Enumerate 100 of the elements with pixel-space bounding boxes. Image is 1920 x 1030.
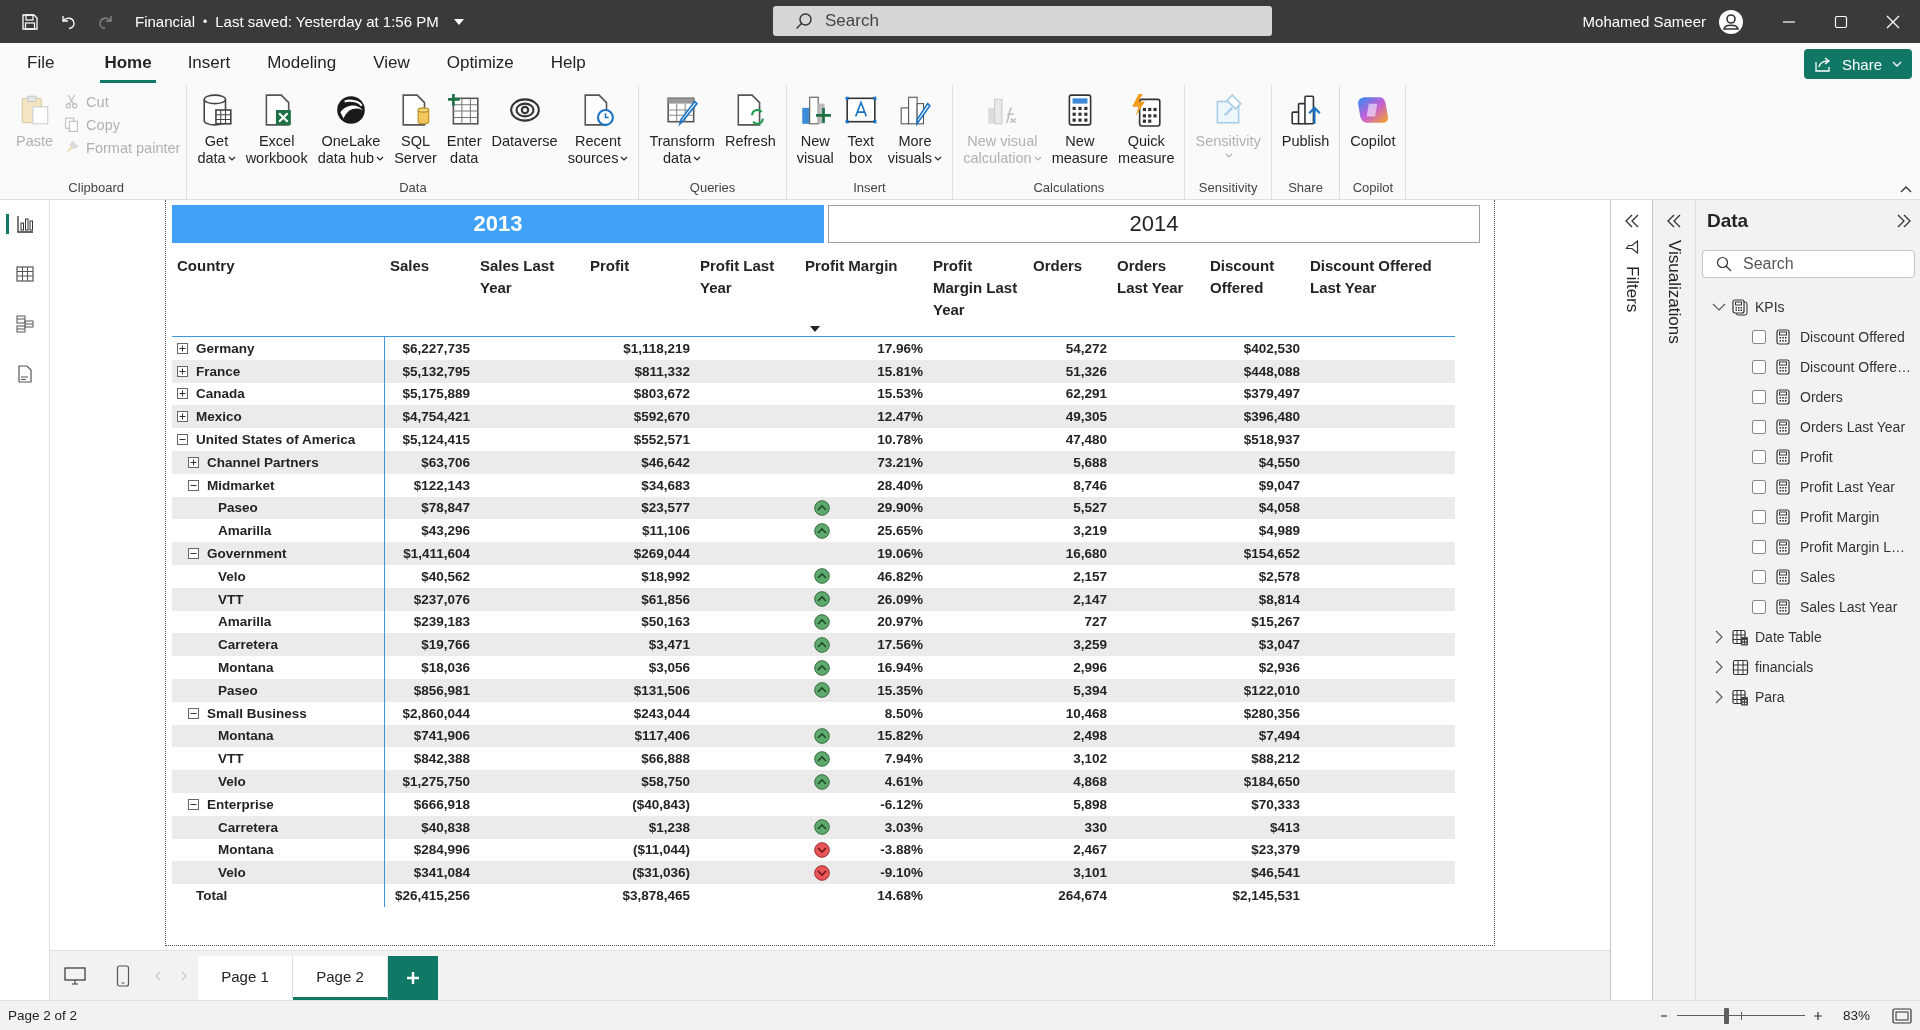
expand-icon[interactable] [177,388,188,400]
row-label: Carretera [218,637,279,653]
checkbox[interactable] [1752,510,1766,524]
ribbon-button[interactable]: Enter data [442,91,486,167]
column-header[interactable]: Profit Last Year [700,255,792,299]
page-tab[interactable]: Page 1 [198,956,293,1000]
checkbox[interactable] [1752,360,1766,374]
ribbon-button[interactable]: Quick measure [1114,91,1179,167]
column-header[interactable]: Discount Offered Last Year [1310,255,1447,299]
checkbox[interactable] [1752,420,1766,434]
slider-thumb[interactable] [1723,1007,1729,1024]
ribbon-button[interactable]: More visuals [883,91,947,167]
table-cell: 19.06% [877,546,923,562]
column-header[interactable]: Profit Margin Last Year [933,255,1020,321]
column-header[interactable]: Country [177,255,377,277]
page-tab[interactable]: Page 2 [293,956,388,1000]
ribbon-button[interactable]: Transform data [645,91,719,167]
column-header[interactable]: Discount Offered [1210,255,1297,299]
field-name[interactable]: Orders [1800,389,1843,405]
menu-tab[interactable]: Help [532,45,604,83]
row-label: VTT [218,751,244,767]
collapse-pane-icon[interactable] [1896,214,1912,228]
table-name[interactable]: Para [1755,689,1785,705]
ribbon-button[interactable]: SQL Server [390,91,441,167]
ribbon-button[interactable]: Recent sources [563,91,633,167]
fit-to-page-icon[interactable] [1892,1007,1912,1024]
field-name[interactable]: Profit Last Year [1800,479,1895,495]
checkbox[interactable] [1752,600,1766,614]
table-cell: 3.03% [884,819,923,835]
search-field[interactable]: Search [773,6,1272,36]
checkbox[interactable] [1752,330,1766,344]
collapse-icon[interactable] [188,548,199,560]
ribbon-button[interactable]: New visual [792,91,838,167]
filters-pane-label[interactable]: Filters [1621,266,1642,313]
table-icon[interactable] [14,264,35,284]
model-icon[interactable] [14,314,35,334]
collapse-icon[interactable] [177,434,188,446]
table-name[interactable]: financials [1755,659,1814,675]
caret-icon[interactable] [452,17,465,26]
chevron-down-icon[interactable] [1712,302,1726,312]
field-name[interactable]: Discount Offered [1800,329,1905,345]
checkbox[interactable] [1752,480,1766,494]
checkbox[interactable] [1752,570,1766,584]
ribbon-button[interactable]: Text box [839,91,882,167]
column-header[interactable]: Sales Last Year [480,255,577,299]
field-name[interactable]: Sales Last Year [1800,599,1898,615]
collapse-icon[interactable] [188,479,199,491]
bar-chart-icon[interactable] [14,214,35,234]
expand-icon[interactable] [177,342,188,354]
menu-tab[interactable]: Optimize [428,45,532,83]
table-name[interactable]: KPIs [1755,299,1785,315]
checkbox[interactable] [1752,390,1766,404]
visualizations-pane-label[interactable]: Visualizations [1664,240,1684,344]
row-label: United States of America [196,432,356,448]
menu-tab[interactable]: File [22,45,73,83]
share-button[interactable]: Share [1803,49,1912,79]
maximize-icon[interactable] [1834,14,1848,29]
ribbon-button[interactable]: New measure [1047,91,1113,167]
menu-tab[interactable]: Insert [169,45,249,83]
year-slicer-button[interactable]: 2014 [828,205,1480,243]
search-field[interactable]: Search [1702,250,1915,278]
avatar-icon[interactable] [1718,8,1744,35]
column-header[interactable]: Profit Margin [805,255,920,277]
field-name[interactable]: Discount Offere… [1800,359,1911,375]
field-name[interactable]: Profit Margin L… [1800,539,1906,555]
column-header[interactable]: Sales [390,255,467,277]
column-header[interactable]: Profit [590,255,687,277]
checkbox[interactable] [1752,540,1766,554]
field-name[interactable]: Sales [1800,569,1836,585]
close-icon[interactable] [1886,14,1900,29]
ribbon-button[interactable]: Get data [193,91,240,167]
collapse-ribbon-icon[interactable] [1900,185,1912,193]
table-cell: -3.88% [880,842,923,858]
menu-tab[interactable]: Modeling [249,45,355,83]
ribbon-button[interactable]: OneLake data hub [313,91,389,167]
collapse-icon[interactable] [188,798,199,810]
collapse-icon[interactable] [188,707,199,719]
save-icon[interactable] [21,12,39,31]
column-header[interactable]: Orders Last Year [1117,255,1197,299]
phone-icon[interactable] [116,964,130,987]
expand-icon[interactable] [177,411,188,423]
field-name[interactable]: Profit Margin [1800,509,1880,525]
checkbox[interactable] [1752,450,1766,464]
field-name[interactable]: Orders Last Year [1800,419,1906,435]
field-name[interactable]: Profit [1800,449,1833,465]
ribbon-button[interactable]: Refresh [720,91,780,150]
expand-pane-icon[interactable] [1623,214,1640,228]
ribbon-button[interactable]: Publish [1277,91,1334,150]
ribbon-button[interactable]: Dataverse [487,91,562,150]
column-header[interactable]: Orders [1033,255,1104,277]
expand-icon[interactable] [188,456,199,468]
expand-icon[interactable] [177,365,188,377]
zoom-in-icon[interactable] [1812,1010,1823,1021]
table-name[interactable]: Date Table [1755,629,1822,645]
expand-pane-icon[interactable] [1666,214,1682,228]
desktop-icon[interactable] [64,965,86,986]
ribbon-button[interactable]: Excel workbook [241,91,312,167]
zoom-slider[interactable] [1676,1010,1805,1021]
ribbon-button[interactable]: Copilot [1346,91,1400,150]
menu-tab[interactable]: View [355,45,428,83]
